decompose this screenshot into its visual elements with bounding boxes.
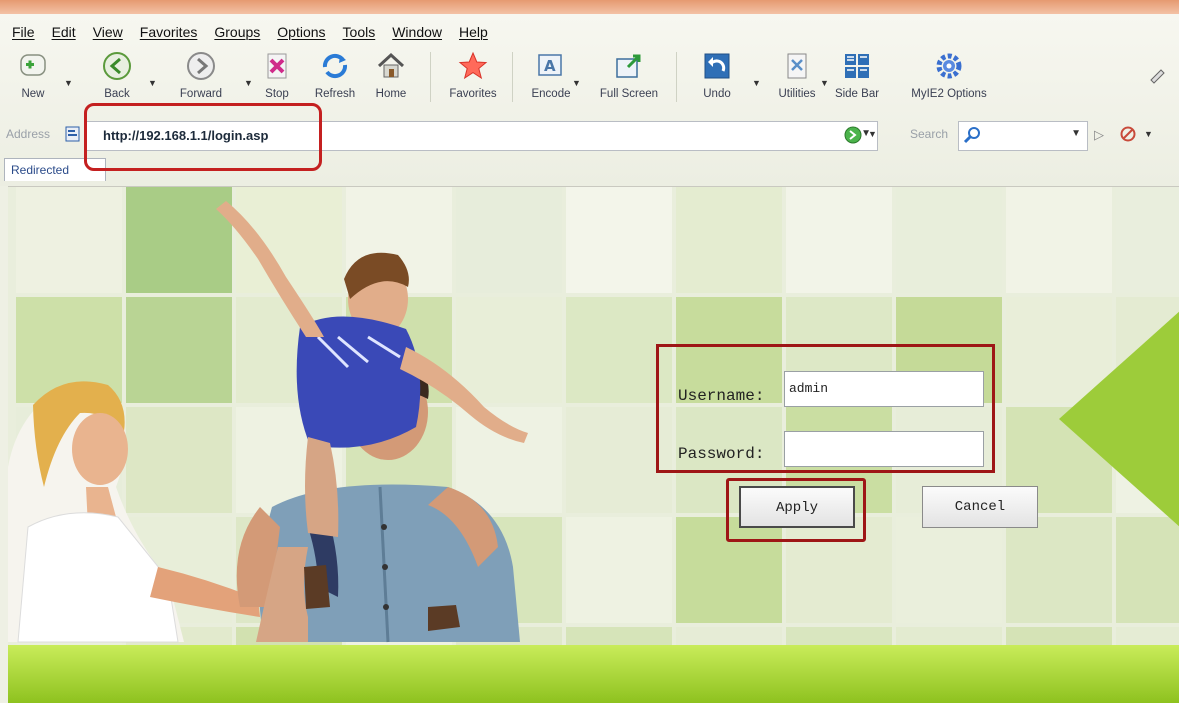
router-login-page: Username: Password: Apply Cancel	[8, 186, 1179, 703]
new-dropdown-icon[interactable]: ▼	[64, 78, 73, 88]
side-bar-label: Side Bar	[834, 88, 880, 100]
search-icon	[963, 127, 980, 144]
page-icon	[65, 126, 80, 142]
address-input[interactable]: http://192.168.1.1/login.asp ▼	[86, 121, 878, 151]
encode-icon: A	[538, 54, 562, 76]
menu-file[interactable]: File	[4, 22, 44, 42]
undo-dropdown-icon[interactable]: ▼	[752, 78, 761, 88]
myie2-options-label: MyIE2 Options	[911, 88, 987, 100]
menu-favorites[interactable]: Favorites	[132, 22, 207, 42]
menu-help[interactable]: Help	[451, 22, 497, 42]
svg-text:A: A	[544, 57, 556, 75]
full-screen-icon	[616, 54, 641, 78]
side-bar-button[interactable]: Side Bar	[822, 48, 892, 108]
password-label: Password:	[678, 445, 765, 463]
star-icon	[458, 51, 488, 80]
forward-label: Forward	[179, 88, 223, 100]
stop-icon	[267, 53, 287, 79]
utilities-icon	[787, 53, 807, 79]
menu-groups[interactable]: Groups	[206, 22, 269, 42]
address-label: Address	[6, 127, 51, 141]
green-arrow-decoration	[1059, 285, 1179, 553]
myie2-options-button[interactable]: MyIE2 Options	[906, 48, 992, 108]
refresh-icon	[322, 53, 348, 79]
back-label: Back	[104, 88, 130, 100]
pen-icon[interactable]	[1148, 66, 1168, 86]
green-footer-band	[8, 645, 1179, 703]
gear-icon	[936, 53, 962, 79]
tab-redirected[interactable]: Redirected	[4, 158, 106, 181]
home-button[interactable]: Home	[356, 48, 426, 108]
toolbar-divider	[676, 52, 677, 102]
menu-view[interactable]: View	[85, 22, 132, 42]
search-input[interactable]: ▼	[958, 121, 1088, 151]
forward-button[interactable]: Forward	[166, 48, 236, 108]
go-icon[interactable]	[844, 126, 862, 144]
home-icon	[377, 52, 405, 78]
full-screen-label: Full Screen	[599, 88, 659, 100]
side-bar-icon	[845, 54, 869, 78]
tab-label: Redirected	[11, 163, 70, 177]
encode-label: Encode	[531, 88, 571, 100]
back-dropdown-icon[interactable]: ▼	[148, 78, 157, 88]
family-photo	[8, 201, 528, 643]
favorites-button[interactable]: Favorites	[438, 48, 508, 108]
new-label: New	[21, 88, 45, 100]
go-dropdown-icon[interactable]: ▼	[868, 129, 877, 139]
search-next-icon[interactable]: ▷	[1094, 127, 1104, 143]
full-screen-button[interactable]: Full Screen	[594, 48, 664, 108]
undo-icon	[704, 53, 730, 79]
back-button[interactable]: Back	[82, 48, 152, 108]
new-page-icon	[20, 54, 46, 76]
favorites-label: Favorites	[449, 88, 497, 100]
encode-dropdown-icon[interactable]: ▼	[572, 78, 581, 88]
menu-tools[interactable]: Tools	[335, 22, 385, 42]
home-label: Home	[375, 88, 407, 100]
window-top-edge	[0, 0, 1179, 14]
menu-options[interactable]: Options	[269, 22, 334, 42]
address-url: http://192.168.1.1/login.asp	[103, 128, 269, 143]
search-label: Search	[910, 127, 949, 141]
undo-label: Undo	[703, 88, 731, 100]
new-button[interactable]: New	[0, 48, 68, 108]
popup-blocker-icon[interactable]	[1120, 126, 1136, 142]
search-dropdown-icon[interactable]: ▼	[1071, 128, 1081, 139]
toolbar-divider	[512, 52, 513, 102]
apply-button[interactable]: Apply	[739, 486, 855, 528]
forward-arrow-icon	[187, 52, 215, 80]
username-input[interactable]	[784, 371, 984, 407]
toolbar-divider	[430, 52, 431, 102]
menu-bar: File Edit View Favorites Groups Options …	[4, 22, 497, 42]
menu-window[interactable]: Window	[384, 22, 451, 42]
cancel-button[interactable]: Cancel	[922, 486, 1038, 528]
more-dropdown-icon[interactable]: ▼	[1144, 129, 1153, 139]
undo-button[interactable]: Undo	[682, 48, 752, 108]
password-input[interactable]	[784, 431, 984, 467]
main-toolbar: New ▼ Back ▼ Forward ▼ Stop Refresh Home…	[6, 48, 1176, 108]
username-label: Username:	[678, 387, 765, 405]
back-arrow-icon	[103, 52, 131, 80]
menu-edit[interactable]: Edit	[44, 22, 85, 42]
